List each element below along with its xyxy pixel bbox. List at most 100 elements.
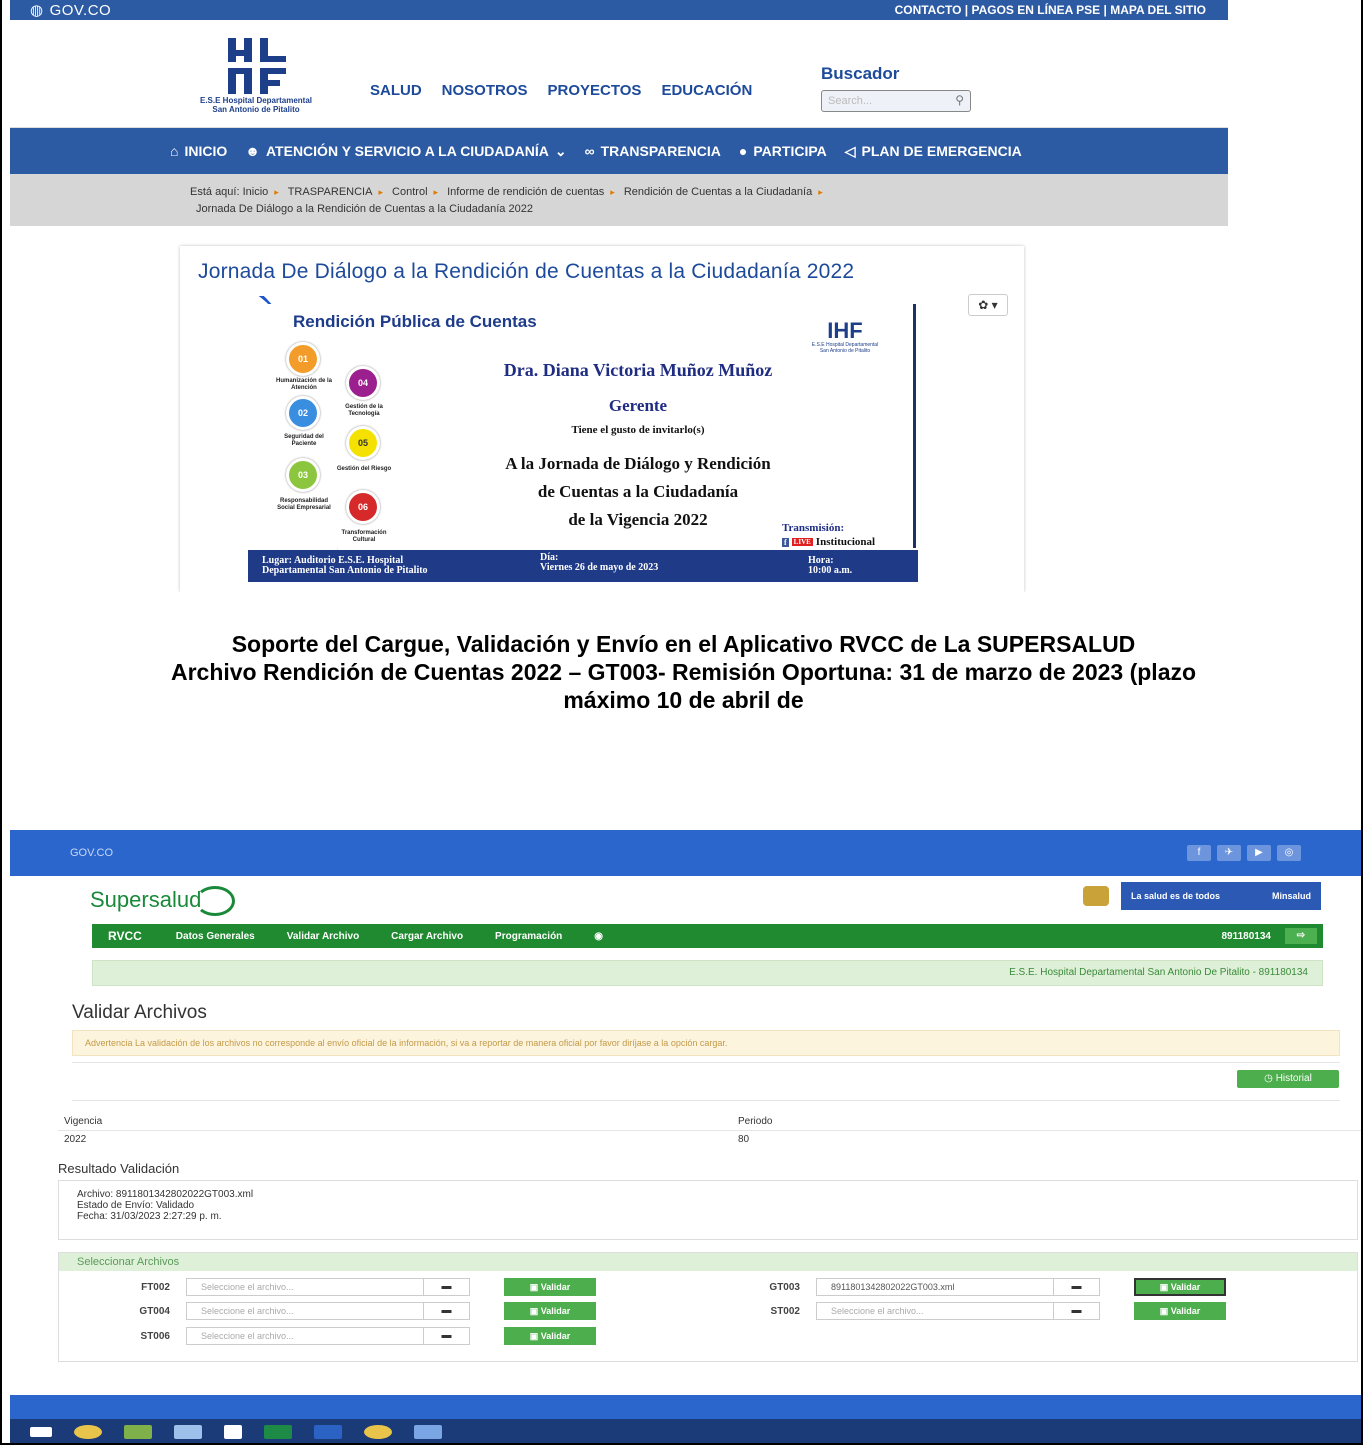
nav-salud[interactable]: SALUD: [370, 82, 422, 99]
nav-rvcc[interactable]: RVCC: [108, 929, 142, 943]
facebook-icon[interactable]: f: [1187, 845, 1211, 861]
nav-transparencia[interactable]: ∞ TRANSPARENCIA: [585, 143, 721, 159]
top-links[interactable]: CONTACTO | PAGOS EN LÍNEA PSE | MAPA DEL…: [895, 3, 1206, 17]
breadcrumb-sep-icon: ▸: [610, 187, 615, 197]
nav-proyectos[interactable]: PROYECTOS: [548, 82, 642, 99]
youtube-icon[interactable]: ▶: [1247, 845, 1271, 861]
file-code: ST002: [770, 1305, 800, 1317]
historial-button[interactable]: ◷ Historial: [1237, 1070, 1339, 1088]
article-card: Jornada De Diálogo a la Rendición de Cue…: [180, 246, 1024, 592]
clock-icon: ◷: [1264, 1073, 1276, 1084]
logo-caption-2: San Antonio de Pitalito: [212, 105, 300, 114]
email-icon[interactable]: [30, 1427, 52, 1437]
validate-button[interactable]: ▣ Validar: [1134, 1302, 1226, 1320]
breadcrumb-item[interactable]: Informe de rendición de cuentas: [447, 186, 604, 198]
vigencia-value: 2022: [64, 1134, 87, 1145]
flyer-transmision: Transmisión:: [782, 522, 845, 534]
app-icon[interactable]: [414, 1425, 442, 1439]
nav-cargar-archivo[interactable]: Cargar Archivo: [391, 931, 463, 942]
folder-icon[interactable]: ▬: [1054, 1278, 1100, 1296]
search-input[interactable]: Search... ⚲: [821, 90, 971, 112]
flyer-line-2: de Cuentas a la Ciudadanía: [537, 482, 739, 501]
folder-icon[interactable]: ▬: [424, 1278, 470, 1296]
nav-programacion[interactable]: Programación: [495, 931, 562, 942]
gov-logo[interactable]: ◍ GOV.CO: [30, 1, 111, 20]
nav-validar-archivo[interactable]: Validar Archivo: [287, 931, 359, 942]
file-input[interactable]: Seleccione el archivo...: [186, 1278, 424, 1296]
validate-button[interactable]: ▣ Validar: [504, 1278, 596, 1296]
divider: [58, 1130, 1361, 1131]
app-icon[interactable]: [174, 1425, 202, 1439]
folder-icon[interactable]: ▬: [424, 1302, 470, 1320]
primary-nav: ⌂ INICIO ☻ ATENCIÓN Y SERVICIO A LA CIUDAD…: [10, 128, 1228, 174]
result-title: Resultado Validación: [58, 1161, 180, 1176]
facebook-icon: f: [782, 537, 789, 547]
article-tools-button[interactable]: ✿ ▾: [968, 294, 1008, 316]
app-icon[interactable]: [124, 1425, 152, 1439]
breadcrumb-sep-icon: ▸: [433, 187, 439, 197]
chevron-down-icon: ⌄: [554, 142, 567, 159]
file-row-gt004: GT004 Seleccione el archivo... ▬ ▣ Valid…: [110, 1302, 596, 1320]
breadcrumb-sep-icon: ▸: [818, 187, 823, 197]
breadcrumb-item[interactable]: Rendición de Cuentas a la Ciudadanía: [624, 186, 812, 198]
flyer-item-06-icon: 06: [346, 490, 380, 524]
search-icon[interactable]: ⚲: [955, 93, 964, 107]
chrome-icon[interactable]: [74, 1425, 102, 1439]
user-nit: 891180134: [1221, 930, 1271, 942]
folder-icon[interactable]: ▬: [424, 1327, 470, 1345]
nav-datos-generales[interactable]: Datos Generales: [176, 931, 255, 942]
flyer-name: Dra. Diana Victoria Muñoz Muñoz: [503, 360, 773, 380]
flyer-line-1: A la Jornada de Diálogo y Rendición: [505, 454, 771, 473]
users-icon: ☻: [245, 143, 260, 159]
breadcrumb-item[interactable]: Inicio: [243, 186, 269, 198]
search-block: Buscador Search... ⚲: [821, 64, 971, 112]
save-icon: ▣: [529, 1306, 541, 1316]
gov-bar: ◍ GOV.CO CONTACTO | PAGOS EN LÍNEA PSE |…: [10, 0, 1228, 20]
hospital-logo[interactable]: E.S.E Hospital Departamental San Antonio…: [196, 34, 316, 126]
logout-icon[interactable]: ⇨: [1285, 928, 1317, 944]
nav-nosotros[interactable]: NOSOTROS: [442, 82, 528, 99]
twitter-icon[interactable]: ✈: [1217, 845, 1241, 861]
validate-label: Validar: [1170, 1282, 1201, 1292]
folder-icon[interactable]: ▬: [1054, 1302, 1100, 1320]
result-file: Archivo: 8911801342802022GT003.xml: [77, 1189, 254, 1200]
word-icon[interactable]: [314, 1425, 342, 1439]
warning-alert: Advertencia La validación de los archivo…: [72, 1030, 1340, 1056]
site-header: E.S.E Hospital Departamental San Antonio…: [10, 20, 1228, 128]
breadcrumb-item[interactable]: Control: [392, 186, 427, 198]
nav-participa[interactable]: ● PARTICIPA: [739, 143, 827, 159]
main-nav: SALUD NOSOTROS PROYECTOS EDUCACIÓN: [370, 82, 752, 99]
chrome-icon[interactable]: [364, 1425, 392, 1439]
flyer-logo: IHF E.S.E Hospital Departamental San Ant…: [810, 318, 880, 355]
nav-inicio[interactable]: ⌂ INICIO: [170, 143, 227, 159]
article-title: Jornada De Diálogo a la Rendición de Cue…: [198, 260, 855, 283]
file-input[interactable]: Seleccione el archivo...: [186, 1302, 424, 1320]
validate-button[interactable]: ▣ Validar: [504, 1327, 596, 1345]
file-input[interactable]: Seleccione el archivo...: [186, 1327, 424, 1345]
nav-plan-label: PLAN DE EMERGENCIA: [861, 143, 1022, 159]
gear-icon: ✿ ▾: [978, 298, 998, 312]
flyer-footer: Lugar: Auditorio E.S.E. Hospital Departa…: [248, 550, 918, 582]
periodo-label: Periodo: [738, 1116, 773, 1127]
instagram-icon[interactable]: ◎: [1277, 845, 1301, 861]
validate-button[interactable]: ▣ Validar: [504, 1302, 596, 1320]
flyer-logo-mark: IHF: [827, 318, 863, 343]
nav-atencion[interactable]: ☻ ATENCIÓN Y SERVICIO A LA CIUDADANÍA ⌄: [245, 143, 566, 160]
supersalud-gov-label[interactable]: GOV.CO: [70, 847, 113, 859]
flyer-item-04-icon: 04: [346, 366, 380, 400]
supersalud-logo[interactable]: Supersalud: [90, 886, 236, 916]
colombia-shield-icon: [1083, 886, 1109, 906]
window-icon[interactable]: [224, 1425, 242, 1439]
result-date: Fecha: 31/03/2023 2:27:29 p. m.: [77, 1211, 222, 1222]
excel-icon[interactable]: [264, 1425, 292, 1439]
nav-plan-emergencia[interactable]: ◁ PLAN DE EMERGENCIA: [845, 143, 1022, 160]
eye-icon[interactable]: ◉: [594, 931, 603, 942]
nav-educacion[interactable]: EDUCACIÓN: [661, 82, 752, 99]
validate-button[interactable]: ▣ Validar: [1134, 1278, 1226, 1296]
flyer-role: Gerente: [608, 396, 668, 415]
file-input[interactable]: Seleccione el archivo...: [816, 1302, 1054, 1320]
breadcrumb-item[interactable]: TRASPARENCIA: [288, 186, 373, 198]
file-input[interactable]: 8911801342802022GT003.xml: [816, 1278, 1054, 1296]
select-files-title: Seleccionar Archivos: [59, 1253, 1357, 1271]
minsalud-box: La salud es de todos Minsalud: [1121, 882, 1321, 910]
